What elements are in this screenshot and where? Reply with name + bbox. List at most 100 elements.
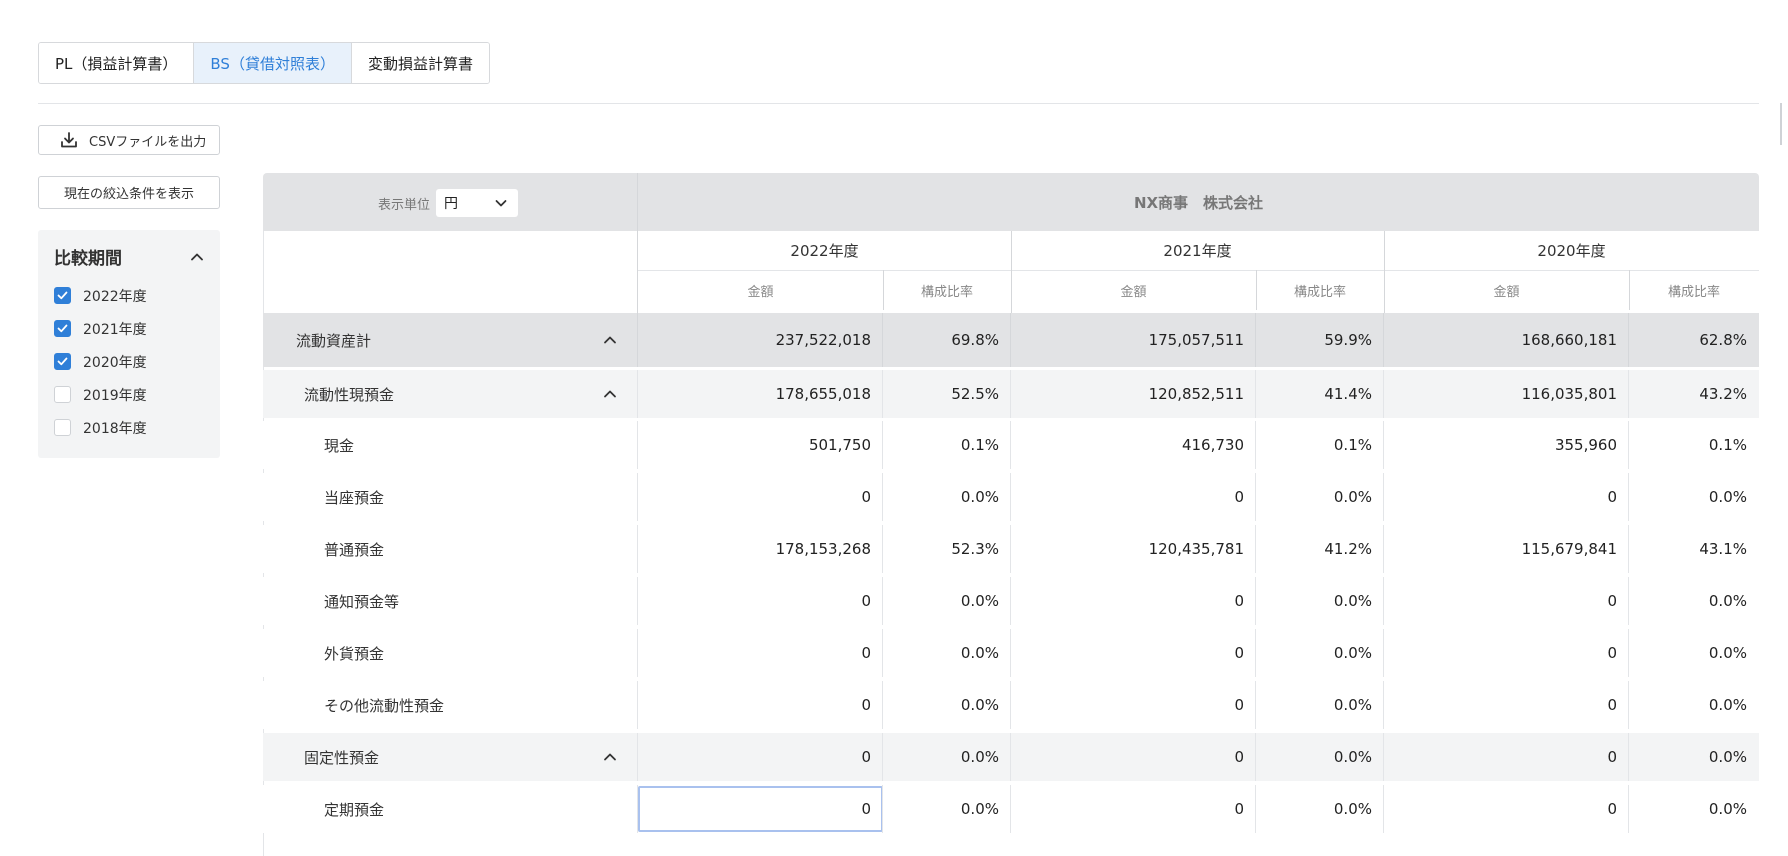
row-label: 普通預金 xyxy=(324,540,385,559)
header-separator xyxy=(1629,270,1630,310)
check-icon xyxy=(57,291,68,300)
ratio-cell: 0.0% xyxy=(1333,696,1372,714)
csv-export-button[interactable]: CSVファイルを出力 xyxy=(38,125,220,155)
period-option[interactable]: 2021年度 xyxy=(54,312,220,345)
ratio-header: 構成比率 xyxy=(1667,284,1720,300)
ratio-cell: 59.9% xyxy=(1324,331,1372,349)
amount-header: 金額 xyxy=(747,284,774,300)
amount-cell[interactable]: 0 xyxy=(638,681,883,729)
row-label: 流動性現預金 xyxy=(304,385,395,404)
amount-cell[interactable]: 0 xyxy=(1384,733,1629,781)
ratio-cell: 0.0% xyxy=(1333,592,1372,610)
ratio-cell: 0.0% xyxy=(1333,644,1372,662)
period-option[interactable]: 2018年度 xyxy=(54,411,220,444)
check-icon xyxy=(57,357,68,366)
row-label: 通知預金等 xyxy=(324,592,400,611)
amount-cell[interactable]: 0 xyxy=(638,786,883,832)
ratio-cell: 0.0% xyxy=(960,748,999,766)
chevron-up-icon[interactable] xyxy=(190,250,204,264)
checkbox-checked[interactable] xyxy=(54,287,71,304)
ratio-cell: 52.3% xyxy=(951,540,999,558)
table-row: 定期預金 0 0.0% 0 0.0% 0 0.0% xyxy=(263,785,1759,833)
ratio-cell: 0.0% xyxy=(1333,800,1372,818)
ratio-cell: 0.0% xyxy=(1333,488,1372,506)
company-name: NX商事 株式会社 xyxy=(1133,193,1264,212)
amount-cell[interactable]: 178,655,018 xyxy=(638,370,883,418)
table-row: 流動資産計 237,522,018 69.8% 175,057,511 59.9% 168… xyxy=(263,313,1759,367)
period-option-label: 2021年度 xyxy=(83,321,147,338)
amount-cell[interactable]: 0 xyxy=(1011,681,1256,729)
checkbox-unchecked[interactable] xyxy=(54,419,71,436)
row-label: その他流動性預金 xyxy=(324,696,445,715)
amount-cell[interactable]: 501,750 xyxy=(638,421,883,469)
ratio-cell: 43.1% xyxy=(1699,540,1747,558)
row-label: 現金 xyxy=(324,436,355,455)
period-option-label: 2019年度 xyxy=(83,387,147,404)
amount-cell[interactable]: 416,730 xyxy=(1011,421,1256,469)
amount-cell[interactable]: 120,852,511 xyxy=(1011,370,1256,418)
amount-cell[interactable]: 0 xyxy=(1384,681,1629,729)
amount-cell[interactable]: 0 xyxy=(1011,577,1256,625)
amount-cell[interactable]: 0 xyxy=(638,577,883,625)
amount-cell[interactable]: 0 xyxy=(1384,629,1629,677)
table-row: 外貨預金 0 0.0% 0 0.0% 0 0.0% xyxy=(263,629,1759,677)
tab-variable-pl[interactable]: 変動損益計算書 xyxy=(351,43,489,83)
year-header-cell: 2022年度 xyxy=(790,242,859,260)
tab-pl[interactable]: PL（損益計算書） xyxy=(39,43,195,83)
ratio-cell: 0.0% xyxy=(1708,644,1747,662)
chevron-up-icon[interactable] xyxy=(603,750,617,764)
ratio-cell: 0.0% xyxy=(960,488,999,506)
amount-cell[interactable]: 168,660,181 xyxy=(1384,313,1629,367)
tab-bs[interactable]: BS（貸借対照表） xyxy=(194,43,352,83)
period-panel-header[interactable]: 比較期間 xyxy=(54,244,204,269)
amount-cell[interactable]: 237,522,018 xyxy=(638,313,883,367)
table-header-top: 表示単位 円 NX商事 株式会社 xyxy=(263,173,1759,231)
chevron-up-icon[interactable] xyxy=(603,387,617,401)
amount-cell[interactable]: 116,035,801 xyxy=(1384,370,1629,418)
amount-cell[interactable]: 0 xyxy=(638,733,883,781)
amount-cell[interactable]: 0 xyxy=(1384,473,1629,521)
unit-label: 表示単位 xyxy=(378,197,431,213)
table-row: 通知預金等 0 0.0% 0 0.0% 0 0.0% xyxy=(263,577,1759,625)
amount-cell[interactable]: 0 xyxy=(638,629,883,677)
amount-cell[interactable]: 0 xyxy=(1011,733,1256,781)
period-option[interactable]: 2020年度 xyxy=(54,345,220,378)
amount-cell[interactable]: 120,435,781 xyxy=(1011,525,1256,573)
checkbox-checked[interactable] xyxy=(54,353,71,370)
ratio-header: 構成比率 xyxy=(920,284,973,300)
ratio-header: 構成比率 xyxy=(1293,284,1346,300)
table-row: 普通預金 178,153,268 52.3% 120,435,781 41.2% 115,… xyxy=(263,525,1759,573)
amount-cell[interactable]: 178,153,268 xyxy=(638,525,883,573)
table-row: 現金 501,750 0.1% 416,730 0.1% 355,960 0.1% xyxy=(263,421,1759,469)
amount-cell[interactable]: 0 xyxy=(1011,473,1256,521)
amount-cell[interactable]: 355,960 xyxy=(1384,421,1629,469)
period-option[interactable]: 2022年度 xyxy=(54,279,220,312)
checkbox-checked[interactable] xyxy=(54,320,71,337)
period-list: 2022年度 2021年度 2020年度 2019年度 2018年度 xyxy=(54,279,220,444)
show-filter-button[interactable]: 現在の絞込条件を表示 xyxy=(38,176,220,209)
download-icon xyxy=(61,132,77,148)
checkbox-unchecked[interactable] xyxy=(54,386,71,403)
chevron-down-icon xyxy=(495,200,507,207)
unit-select[interactable]: 円 xyxy=(436,189,519,217)
amount-cell[interactable]: 0 xyxy=(1011,629,1256,677)
amount-cell[interactable]: 175,057,511 xyxy=(1011,313,1256,367)
ratio-cell: 0.0% xyxy=(1333,748,1372,766)
period-option[interactable]: 2019年度 xyxy=(54,378,220,411)
chevron-up-icon[interactable] xyxy=(603,333,617,347)
amount-cell[interactable]: 0 xyxy=(1011,785,1256,833)
table-row: 流動性現預金 178,655,018 52.5% 120,852,511 41.4% 11… xyxy=(263,370,1759,418)
ratio-cell: 0.1% xyxy=(1333,436,1372,454)
year-header: 2022年度 2021年度 2020年度 xyxy=(638,231,1759,271)
amount-cell[interactable]: 0 xyxy=(1384,577,1629,625)
amount-cell[interactable]: 0 xyxy=(638,473,883,521)
amount-cell[interactable]: 115,679,841 xyxy=(1384,525,1629,573)
ratio-cell: 0.0% xyxy=(960,592,999,610)
header-separator xyxy=(883,270,884,310)
ratio-cell: 0.0% xyxy=(1708,696,1747,714)
row-label: 定期預金 xyxy=(324,800,385,819)
period-option-label: 2020年度 xyxy=(83,354,147,371)
scroll-indicator[interactable] xyxy=(1780,103,1782,145)
row-label: 外貨預金 xyxy=(324,644,385,663)
amount-cell[interactable]: 0 xyxy=(1384,785,1629,833)
